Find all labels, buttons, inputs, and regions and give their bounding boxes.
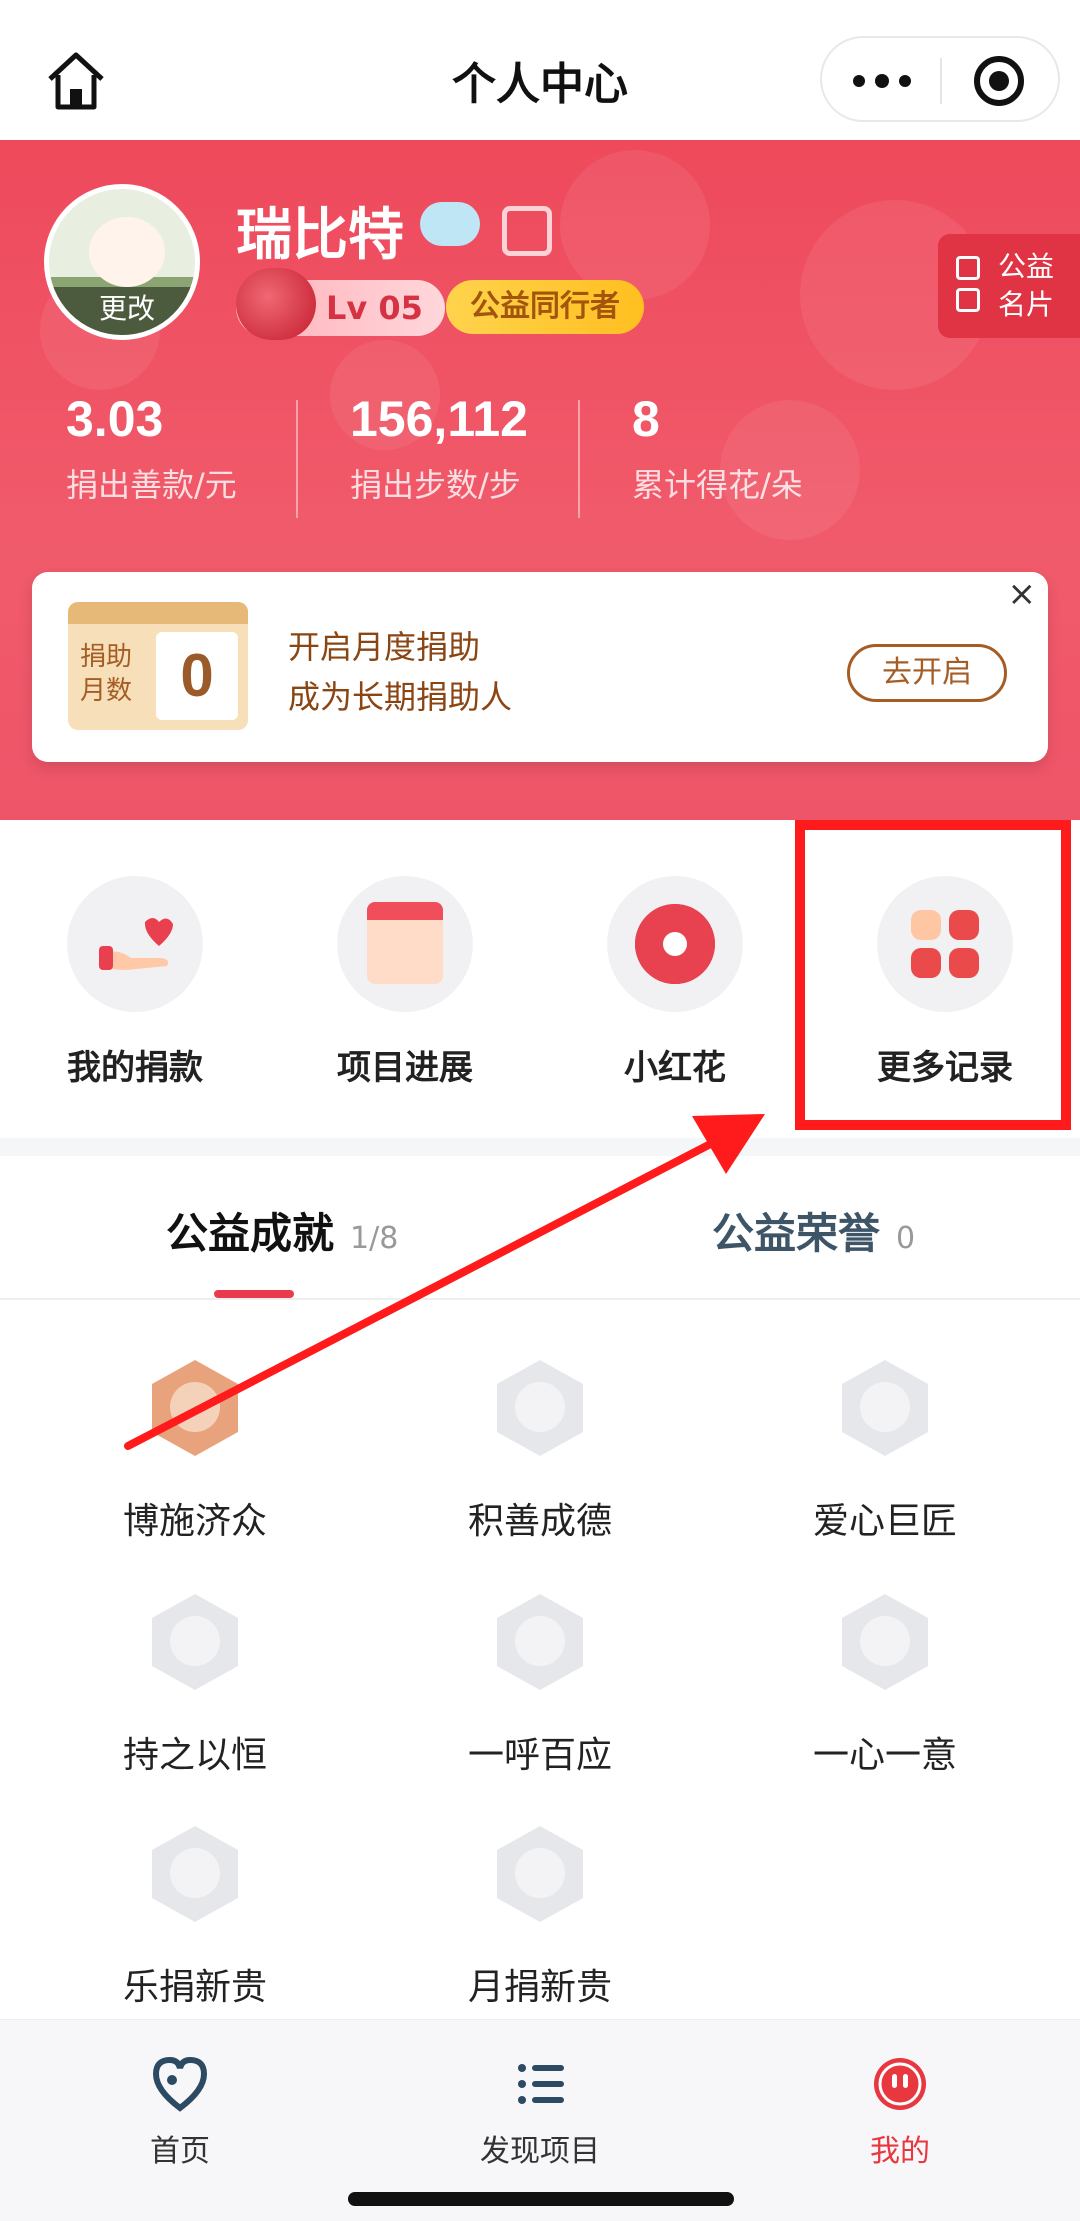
red-flower-icon xyxy=(607,876,743,1012)
card-button-line1: 公益 xyxy=(998,250,1055,283)
top-navigation-bar: 个人中心 xyxy=(0,0,1080,140)
tab-honors[interactable]: 公益荣誉 0 xyxy=(712,1200,915,1261)
achievement-item[interactable]: 爱心巨匠 xyxy=(712,1360,1058,1544)
quick-item-red-flower[interactable]: 小红花 xyxy=(540,876,810,1089)
quick-item-label: 小红花 xyxy=(624,1048,726,1088)
achievement-label: 月捐新贵 xyxy=(467,1967,612,2008)
avatar-bunny xyxy=(89,217,165,287)
background-flower xyxy=(560,150,710,300)
enable-monthly-button[interactable]: 去开启 xyxy=(847,644,1007,702)
stat-label: 捐出步数/步 xyxy=(350,466,521,504)
profile-header: 更改 瑞比特 Lv 05 公益同行者 公益 名片 3.03 捐出善款/元 156… xyxy=(0,140,1080,820)
list-icon xyxy=(518,2064,564,2104)
tab-label: 公益荣誉 xyxy=(712,1209,881,1258)
tab-count: 1/8 xyxy=(350,1221,399,1256)
tabbar-item-home[interactable]: 首页 xyxy=(80,2056,280,2170)
stat-divider xyxy=(296,400,298,518)
quick-item-label: 项目进展 xyxy=(337,1048,473,1088)
quick-item-project-progress[interactable]: 项目进展 xyxy=(270,876,540,1089)
achievement-badge-icon xyxy=(152,1360,238,1456)
achievement-label: 一心一意 xyxy=(812,1735,957,1776)
avatar[interactable]: 更改 xyxy=(44,184,200,340)
tabbar-label: 发现项目 xyxy=(480,2134,600,2169)
level-heart-icon xyxy=(236,268,316,340)
stat-donated-money: 3.03 捐出善款/元 xyxy=(66,390,237,506)
tab-label: 公益成就 xyxy=(166,1209,335,1258)
active-tab-indicator xyxy=(214,1290,294,1298)
achievement-badge-icon xyxy=(497,1826,583,1922)
calendar-label-line1: 捐助 xyxy=(80,642,133,672)
home-indicator[interactable] xyxy=(348,2192,734,2206)
more-options-icon[interactable] xyxy=(842,58,922,104)
tabbar-label: 首页 xyxy=(150,2134,210,2169)
achievement-item[interactable]: 博施济众 xyxy=(22,1360,368,1544)
username: 瑞比特 xyxy=(236,203,404,268)
donation-stats: 3.03 捐出善款/元 156,112 捐出步数/步 8 累计得花/朵 xyxy=(0,390,1080,520)
close-mini-program-icon[interactable] xyxy=(974,56,1024,106)
achievement-badge-icon xyxy=(842,1360,928,1456)
achievement-item[interactable]: 一呼百应 xyxy=(367,1594,713,1778)
edit-icon[interactable] xyxy=(502,206,552,256)
title-badge[interactable]: 公益同行者 xyxy=(446,280,644,334)
qr-code-icon xyxy=(956,256,984,316)
close-icon[interactable]: × xyxy=(1008,574,1037,614)
stat-value: 8 xyxy=(632,391,660,447)
calendar-icon xyxy=(337,876,473,1012)
achievement-item[interactable]: 持之以恒 xyxy=(22,1594,368,1778)
achievement-item[interactable]: 一心一意 xyxy=(712,1594,1058,1778)
quick-item-label: 我的捐款 xyxy=(67,1048,203,1088)
heart-home-icon xyxy=(152,2056,208,2112)
achievement-label: 积善成德 xyxy=(467,1501,612,1542)
calendar-label: 捐助 月数 xyxy=(80,640,132,708)
tabbar-label: 我的 xyxy=(870,2134,930,2169)
stat-flowers: 8 累计得花/朵 xyxy=(632,390,803,506)
achievement-label: 一呼百应 xyxy=(467,1735,612,1776)
bottom-tab-bar: 首页 发现项目 我的 xyxy=(0,2019,1080,2221)
stat-divider xyxy=(578,400,580,518)
achievement-item[interactable]: 月捐新贵 xyxy=(367,1826,713,2010)
heart-hand-icon xyxy=(67,876,203,1012)
stat-label: 捐出善款/元 xyxy=(66,466,237,504)
quick-item-my-donations[interactable]: 我的捐款 xyxy=(0,876,270,1089)
stat-value: 156,112 xyxy=(350,391,528,447)
achievement-label: 爱心巨匠 xyxy=(812,1501,957,1542)
achievement-label: 持之以恒 xyxy=(122,1735,267,1776)
achievement-label: 博施济众 xyxy=(122,1501,267,1542)
tabbar-item-discover[interactable]: 发现项目 xyxy=(440,2056,640,2170)
capsule-divider xyxy=(940,58,942,104)
promo-subtitle: 成为长期捐助人 xyxy=(288,678,513,716)
annotation-highlight-box xyxy=(795,820,1071,1130)
achievement-badge-icon xyxy=(842,1594,928,1690)
card-button-line2: 名片 xyxy=(998,288,1055,321)
stat-donated-steps: 156,112 捐出步数/步 xyxy=(350,390,528,506)
achievement-badge-icon xyxy=(152,1826,238,1922)
promo-title: 开启月度捐助 xyxy=(288,628,481,666)
calendar-label-line2: 月数 xyxy=(80,676,133,706)
stat-value: 3.03 xyxy=(66,391,164,447)
section-divider xyxy=(0,1138,1080,1156)
stat-label: 累计得花/朵 xyxy=(632,466,803,504)
achievement-tabs: 公益成就 1/8 公益荣誉 0 xyxy=(0,1156,1080,1300)
achievement-badge-icon xyxy=(497,1360,583,1456)
charity-card-button[interactable]: 公益 名片 xyxy=(938,234,1080,338)
avatar-change-label[interactable]: 更改 xyxy=(49,287,195,335)
monthly-donation-card[interactable]: × 捐助 月数 0 开启月度捐助 成为长期捐助人 去开启 xyxy=(32,572,1048,762)
calendar-icon: 捐助 月数 0 xyxy=(68,602,248,730)
wind-emoji-icon xyxy=(420,202,480,246)
achievement-item[interactable]: 积善成德 xyxy=(367,1360,713,1544)
tab-count: 0 xyxy=(896,1221,916,1256)
achievement-label: 乐捐新贵 xyxy=(122,1967,267,2008)
donation-months-count: 0 xyxy=(156,632,238,720)
achievement-badge-icon xyxy=(497,1594,583,1690)
mini-program-capsule xyxy=(820,36,1060,122)
tab-achievements[interactable]: 公益成就 1/8 xyxy=(166,1200,398,1261)
calendar-top xyxy=(68,602,248,624)
achievement-badge-icon xyxy=(152,1594,238,1690)
tabbar-item-mine[interactable]: 我的 xyxy=(800,2056,1000,2170)
face-icon xyxy=(874,2058,926,2110)
achievement-item[interactable]: 乐捐新贵 xyxy=(22,1826,368,2010)
